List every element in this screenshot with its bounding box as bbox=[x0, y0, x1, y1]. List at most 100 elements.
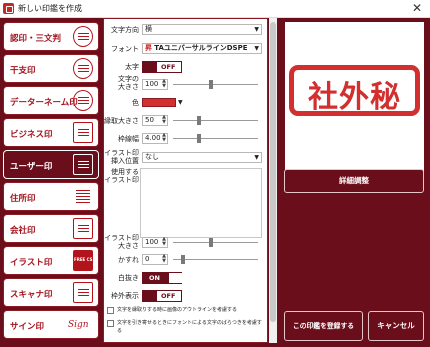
font-value: TAユニバーサルラインDSPE bbox=[154, 44, 248, 52]
font-select[interactable]: 昇 TAユニバーサルラインDSPE ▼ bbox=[142, 43, 262, 54]
business-stamp-icon bbox=[73, 122, 93, 143]
window-title: 新しい印鑑を作成 bbox=[18, 4, 82, 13]
sidebar-item-date-name[interactable]: データーネーム印 bbox=[3, 86, 99, 115]
illustration-size-value: 100 bbox=[145, 238, 159, 246]
blur-value: 0 bbox=[145, 255, 150, 263]
close-icon[interactable]: ✕ bbox=[412, 1, 422, 15]
sidebar-item-company[interactable]: 会社印 bbox=[3, 214, 99, 243]
address-stamp-icon bbox=[73, 186, 93, 207]
slider-knob[interactable] bbox=[209, 238, 213, 247]
blur-input[interactable]: 0 ▲ ▼ bbox=[142, 254, 168, 265]
sidebar-item-label: 会社印 bbox=[10, 226, 36, 236]
sidebar-item-label: データーネーム印 bbox=[10, 98, 78, 108]
illustration-position-label: イラスト印 挿入位置 bbox=[104, 149, 139, 165]
outer-frame-toggle[interactable]: OFF bbox=[142, 290, 182, 302]
round-stamp-icon bbox=[73, 26, 93, 47]
illustration-size-slider[interactable] bbox=[173, 237, 258, 248]
sidebar-item-signature[interactable]: サイン印 Sign bbox=[3, 310, 99, 339]
sidebar-item-business[interactable]: ビジネス印 bbox=[3, 118, 99, 147]
use-illustration-label: 使用する イラスト印 bbox=[104, 168, 139, 184]
sidebar-item-label: ユーザー印 bbox=[10, 162, 53, 172]
space-checkbox-label: 文字を引き寄せるときにフォントによる文字のばらつきを考慮する bbox=[117, 320, 262, 334]
color-label: 色 bbox=[132, 99, 139, 107]
outline-checkbox[interactable] bbox=[107, 307, 114, 314]
bold-toggle[interactable]: OFF bbox=[142, 61, 182, 73]
frame-width-label: 枠線幅 bbox=[118, 135, 139, 143]
frame-size-value: 50 bbox=[145, 116, 154, 124]
white-text-label: 白抜き bbox=[118, 274, 139, 282]
frame-width-input[interactable]: 4.00 ▲ ▼ bbox=[142, 133, 168, 144]
sidebar-item-label: 認印・三文判 bbox=[10, 34, 62, 44]
slider-knob[interactable] bbox=[197, 134, 201, 143]
sidebar-item-scanner[interactable]: スキャナ印 bbox=[3, 278, 99, 307]
user-stamp-icon bbox=[73, 154, 93, 175]
font-label: フォント bbox=[111, 45, 139, 53]
frame-width-value: 4.00 bbox=[145, 134, 161, 142]
slider-knob[interactable] bbox=[209, 80, 213, 89]
cancel-button[interactable]: キャンセル bbox=[368, 311, 424, 341]
chevron-down-icon: ▼ bbox=[254, 45, 259, 52]
date-stamp-icon bbox=[73, 90, 93, 111]
spinner-icon[interactable]: ▲ ▼ bbox=[162, 254, 166, 264]
illustration-sample-text: FREE CS bbox=[74, 257, 93, 262]
spinner-icon[interactable]: ▲ ▼ bbox=[162, 237, 166, 247]
illustration-position-select[interactable]: なし ▼ bbox=[142, 152, 262, 163]
chevron-down-icon: ▼ bbox=[254, 154, 259, 161]
app-stamp-icon bbox=[3, 3, 14, 14]
font-prefix-icon: 昇 bbox=[145, 44, 152, 52]
sidebar-item-label: スキャナ印 bbox=[10, 290, 53, 300]
sidebar-item-address[interactable]: 住所印 bbox=[3, 182, 99, 211]
sidebar-item-illustration[interactable]: イラスト印 FREE CS bbox=[3, 246, 99, 275]
slider-knob[interactable] bbox=[197, 116, 201, 125]
toggle-switch bbox=[169, 273, 183, 283]
spinner-icon[interactable]: ▲ ▼ bbox=[162, 115, 166, 125]
outer-frame-label: 枠外表示 bbox=[111, 292, 139, 300]
title-bar: 新しい印鑑を作成 ✕ bbox=[0, 0, 430, 18]
outline-checkbox-label: 文字を縁取りする時に画像のアウトラインを考慮する bbox=[117, 307, 238, 313]
detail-adjust-button[interactable]: 詳細調整 bbox=[284, 169, 424, 193]
register-stamp-button[interactable]: この印鑑を登録する bbox=[284, 311, 363, 341]
char-size-input[interactable]: 100 ▲ ▼ bbox=[142, 79, 168, 90]
scanner-stamp-icon bbox=[73, 282, 93, 303]
slider-knob[interactable] bbox=[181, 255, 185, 264]
chevron-down-icon[interactable]: ▼ bbox=[178, 99, 183, 106]
illustration-picker[interactable] bbox=[140, 168, 262, 238]
sidebar-item-eto[interactable]: 干支印 bbox=[3, 54, 99, 83]
toggle-switch bbox=[143, 62, 157, 72]
settings-scrollbar-thumb[interactable] bbox=[270, 22, 276, 322]
sidebar-item-label: 干支印 bbox=[10, 66, 36, 76]
illustration-stamp-icon: FREE CS bbox=[73, 250, 93, 271]
toggle-state: OFF bbox=[161, 63, 176, 71]
window-body: 認印・三文判 干支印 データーネーム印 ビジネス印 ユーザー印 住所印 会社印 bbox=[0, 18, 430, 347]
color-swatch[interactable] bbox=[142, 98, 176, 107]
toggle-state: ON bbox=[149, 274, 160, 282]
zodiac-stamp-icon bbox=[73, 58, 93, 79]
stamp-type-sidebar: 認印・三文判 干支印 データーネーム印 ビジネス印 ユーザー印 住所印 会社印 bbox=[0, 18, 101, 347]
signature-stamp-icon: Sign bbox=[68, 320, 89, 330]
chevron-down-icon: ▼ bbox=[254, 26, 259, 33]
blur-slider[interactable] bbox=[173, 254, 258, 265]
text-direction-select[interactable]: 横 ▼ bbox=[142, 24, 262, 35]
text-direction-label: 文字方向 bbox=[111, 26, 139, 34]
sidebar-item-label: 住所印 bbox=[10, 194, 36, 204]
frame-size-input[interactable]: 50 ▲ ▼ bbox=[142, 115, 168, 126]
toggle-switch bbox=[143, 291, 157, 301]
illustration-position-value: なし bbox=[145, 153, 159, 161]
toggle-state: OFF bbox=[161, 292, 176, 300]
char-size-value: 100 bbox=[145, 80, 159, 88]
char-size-slider[interactable] bbox=[173, 79, 258, 90]
frame-width-slider[interactable] bbox=[173, 133, 258, 144]
sidebar-item-user[interactable]: ユーザー印 bbox=[3, 150, 99, 179]
space-checkbox[interactable] bbox=[107, 320, 114, 327]
company-stamp-icon bbox=[73, 218, 93, 239]
illustration-size-label: イラスト印 大きさ bbox=[104, 234, 139, 250]
stamp-preview: 社外秘 bbox=[285, 22, 424, 179]
illustration-size-input[interactable]: 100 ▲ ▼ bbox=[142, 237, 168, 248]
frame-size-label: 縁取大きさ bbox=[104, 117, 139, 125]
sidebar-item-mitome[interactable]: 認印・三文判 bbox=[3, 22, 99, 51]
frame-size-slider[interactable] bbox=[173, 115, 258, 126]
sidebar-item-label: イラスト印 bbox=[10, 258, 53, 268]
spinner-icon[interactable]: ▲ ▼ bbox=[162, 79, 166, 89]
spinner-icon[interactable]: ▲ ▼ bbox=[162, 133, 166, 143]
white-text-toggle[interactable]: ON bbox=[142, 272, 183, 284]
